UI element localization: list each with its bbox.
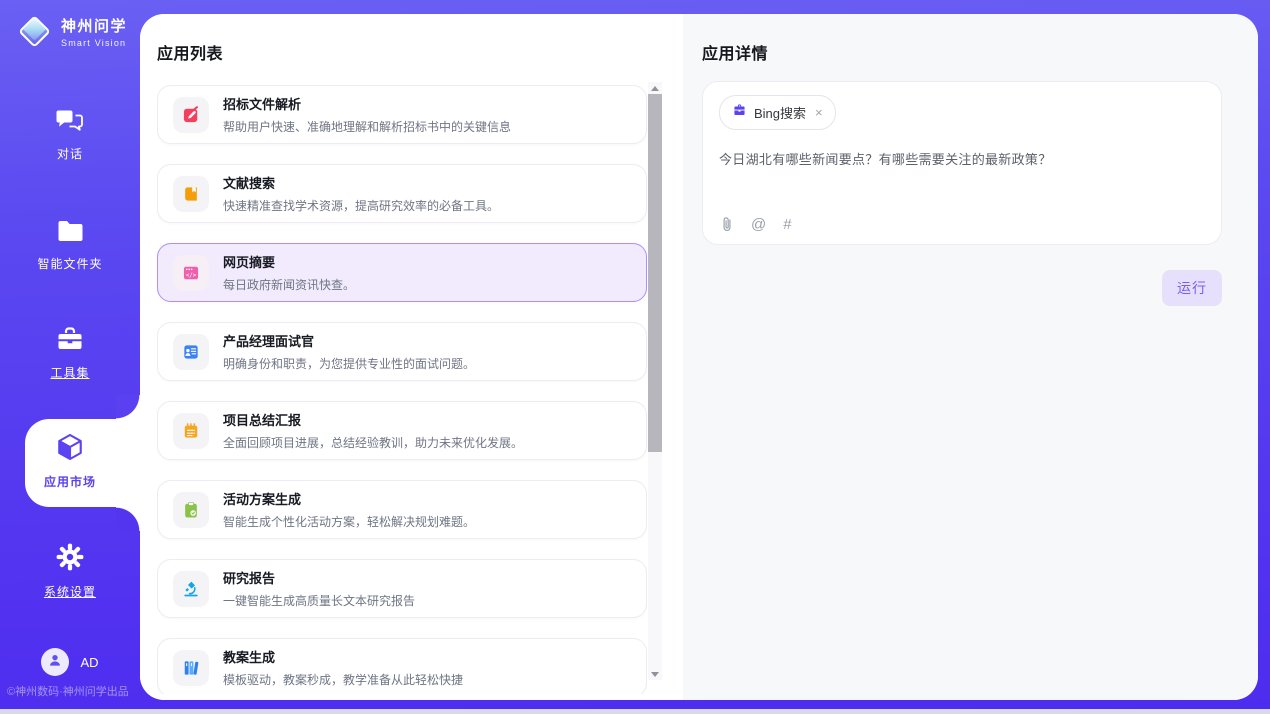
sidebar-item-settings[interactable]: 系统设置 [0, 542, 140, 600]
app-detail-title: 应用详情 [702, 40, 1222, 64]
sidebar-item-smart-folder[interactable]: 智能文件夹 [0, 218, 140, 272]
notch-corner-top [116, 395, 140, 419]
app-card-7[interactable]: 研究报告 一键智能生成高质量长文本研究报告 [157, 559, 647, 618]
brand-subtitle: Smart Vision [61, 38, 127, 48]
app-card-8[interactable]: 教案生成 模板驱动，教案秒成，教学准备从此轻松快捷 [157, 638, 647, 694]
prompt-card[interactable]: Bing搜索 × 今日湖北有哪些新闻要点？有哪些需要关注的最新政策？ @ # [702, 81, 1222, 245]
folder-icon [55, 231, 85, 248]
sidebar-item-toolset[interactable]: 工具集 [0, 325, 140, 381]
app-description: 每日政府新闻资讯快查。 [223, 276, 355, 293]
avatar [41, 648, 69, 676]
app-name: 文献搜索 [223, 173, 499, 192]
sidebar-item-label: 应用市场 [0, 473, 140, 490]
app-logo: 神州问学 Smart Vision [16, 13, 127, 49]
tool-chip-bing-search[interactable]: Bing搜索 × [719, 95, 836, 130]
app-description: 全面回顾项目进展，总结经验教训，助力未来优化发展。 [223, 434, 523, 451]
copyright-text: ©神州数码·神州问学出品 [7, 683, 143, 699]
chip-close-icon[interactable]: × [815, 106, 823, 119]
app-list-scrollbar[interactable] [648, 82, 662, 680]
logo-diamond-icon [16, 13, 52, 49]
clipboard-check-icon [173, 492, 209, 528]
bottom-strip [0, 709, 1270, 714]
svg-text:</>: </> [186, 273, 197, 279]
sidebar-item-label: 对话 [0, 145, 140, 162]
sidebar-item-label: 智能文件夹 [0, 255, 140, 272]
app-card-1[interactable]: 招标文件解析 帮助用户快速、准确地理解和解析招标书中的关键信息 [157, 85, 647, 144]
app-name: 研究报告 [223, 568, 415, 587]
app-list-panel: 应用列表 招标文件解析 帮助用户快速、准确地理解和解析招标书中的关键信息 文献搜… [140, 14, 683, 700]
chat-icon [55, 121, 85, 138]
user-account[interactable]: AD [0, 648, 140, 676]
run-button[interactable]: 运行 [1162, 270, 1222, 306]
app-description: 一键智能生成高质量长文本研究报告 [223, 592, 415, 609]
app-description: 模板驱动，教案秒成，教学准备从此轻松快捷 [223, 671, 463, 688]
books-icon [173, 650, 209, 686]
brand-name: 神州问学 [61, 15, 127, 36]
user-name: AD [80, 655, 98, 670]
sidebar-item-label: 工具集 [0, 364, 140, 381]
app-card-4[interactable]: 产品经理面试官 明确身份和职责，为您提供专业性的面试问题。 [157, 322, 647, 381]
app-name: 活动方案生成 [223, 489, 475, 508]
microscope-icon [173, 571, 209, 607]
tool-chip-label: Bing搜索 [754, 103, 806, 122]
mention-icon[interactable]: @ [751, 216, 766, 233]
app-name: 招标文件解析 [223, 94, 511, 113]
app-card-3[interactable]: </> 网页摘要 每日政府新闻资讯快查。 [157, 243, 647, 302]
browser-code-icon: </> [173, 255, 209, 291]
app-card-2[interactable]: 文献搜索 快速精准查找学术资源，提高研究效率的必备工具。 [157, 164, 647, 223]
app-detail-panel: 应用详情 Bing搜索 × 今日湖北有哪些新闻要点？有哪些需要关注的最新政策？ [683, 14, 1258, 700]
scroll-down-arrow[interactable] [648, 668, 662, 680]
app-card-6[interactable]: 活动方案生成 智能生成个性化活动方案，轻松解决规划难题。 [157, 480, 647, 539]
app-description: 快速精准查找学术资源，提高研究效率的必备工具。 [223, 197, 499, 214]
main-panel: 应用列表 招标文件解析 帮助用户快速、准确地理解和解析招标书中的关键信息 文献搜… [140, 14, 1258, 700]
sidebar: 神州问学 Smart Vision 对话 智能文件夹 工具集 [0, 0, 140, 709]
app-list: 招标文件解析 帮助用户快速、准确地理解和解析招标书中的关键信息 文献搜索 快速精… [157, 85, 647, 694]
app-name: 网页摘要 [223, 252, 355, 271]
sidebar-item-app-market[interactable]: 应用市场 [0, 432, 140, 490]
app-name: 产品经理面试官 [223, 331, 475, 350]
gear-icon [55, 559, 85, 576]
document-edit-icon [173, 97, 209, 133]
app-name: 项目总结汇报 [223, 410, 523, 429]
scroll-up-arrow[interactable] [648, 82, 662, 94]
app-description: 明确身份和职责，为您提供专业性的面试问题。 [223, 355, 475, 372]
query-text[interactable]: 今日湖北有哪些新闻要点？有哪些需要关注的最新政策？ [719, 149, 1205, 168]
toolbox-icon [55, 340, 85, 357]
app-description: 智能生成个性化活动方案，轻松解决规划难题。 [223, 513, 475, 530]
notch-corner-bottom [116, 507, 140, 531]
cube-icon [55, 449, 85, 466]
briefcase-icon [732, 103, 747, 122]
app-description: 帮助用户快速、准确地理解和解析招标书中的关键信息 [223, 118, 511, 135]
person-icon [47, 652, 63, 673]
sidebar-item-chat[interactable]: 对话 [0, 108, 140, 162]
scrollbar-thumb[interactable] [648, 94, 662, 452]
interview-icon [173, 334, 209, 370]
sidebar-item-label: 系统设置 [0, 583, 140, 600]
paperclip-icon[interactable] [720, 215, 734, 233]
report-note-icon [173, 413, 209, 449]
app-list-title: 应用列表 [157, 40, 223, 64]
hash-icon[interactable]: # [783, 216, 791, 233]
app-name: 教案生成 [223, 647, 463, 666]
book-icon [173, 176, 209, 212]
app-card-5[interactable]: 项目总结汇报 全面回顾项目进展，总结经验教训，助力未来优化发展。 [157, 401, 647, 460]
composer-toolbar: @ # [720, 215, 792, 233]
